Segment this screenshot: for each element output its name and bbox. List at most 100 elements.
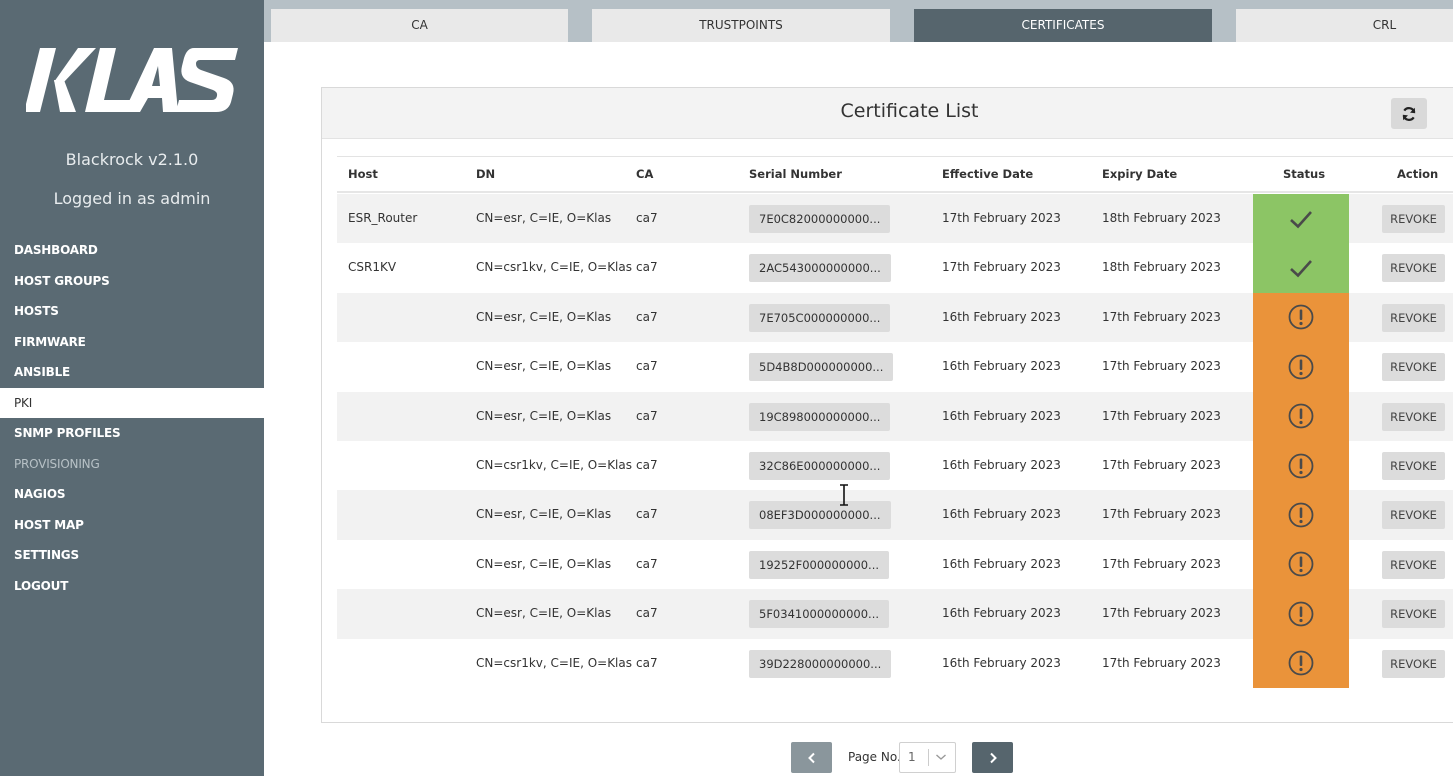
cell-effective-date: 16th February 2023	[942, 606, 1061, 621]
cell-ca: ca7	[636, 260, 658, 275]
cell-expiry-date: 17th February 2023	[1102, 458, 1221, 472]
sidebar-item-hosts[interactable]: HOSTS	[0, 296, 264, 327]
status-indicator	[1253, 441, 1349, 491]
sidebar-item-settings[interactable]: SETTINGS	[0, 540, 264, 571]
klas-logo	[26, 48, 238, 112]
col-action[interactable]: Action	[1397, 157, 1438, 192]
col-serial-number[interactable]: Serial Number	[749, 157, 842, 192]
sidebar-item-nagios[interactable]: NAGIOS	[0, 479, 264, 510]
sidebar-item-snmp-profiles[interactable]: SNMP PROFILES	[0, 418, 264, 449]
revoke-button[interactable]: REVOKE	[1382, 550, 1445, 579]
warning-icon	[1288, 354, 1314, 380]
card-title: Certificate List	[840, 100, 979, 122]
page-select-divider	[928, 749, 929, 766]
checkmark-icon	[1290, 210, 1312, 229]
revoke-button[interactable]: REVOKE	[1382, 402, 1445, 431]
page-select-value: 1	[908, 750, 916, 764]
serial-number-button[interactable]: 7E0C82000000000...	[749, 205, 891, 233]
cell-host: CSR1KV	[348, 260, 397, 275]
revoke-button[interactable]: REVOKE	[1382, 303, 1445, 332]
checkmark-icon	[1290, 260, 1312, 278]
sidebar-item-pki[interactable]: PKI	[0, 387, 264, 418]
warning-icon	[1288, 403, 1314, 429]
serial-number-button[interactable]: 5F0341000000000...	[749, 600, 890, 629]
serial-number-button[interactable]: 19252F000000000...	[749, 550, 890, 579]
col-ca[interactable]: CA	[636, 157, 653, 192]
cell-effective-date: 17th February 2023	[942, 211, 1061, 225]
next-page-button[interactable]	[972, 742, 1013, 773]
table-row: CSR1KV CN=csr1kv, C=IE, O=Klas ca7 2AC54300…	[337, 243, 1453, 293]
cell-ca: ca7	[636, 655, 658, 670]
serial-number-button[interactable]: 2AC543000000000...	[749, 254, 891, 283]
serial-number-button[interactable]: 7E705C000000000...	[749, 303, 891, 332]
revoke-button[interactable]: REVOKE	[1382, 600, 1445, 629]
status-indicator	[1253, 490, 1349, 540]
text-cursor-icon	[840, 484, 848, 506]
tab-bar: CA TRUSTPOINTS CERTIFICATES CRL	[264, 0, 1453, 42]
table-row: CN=esr, C=IE, O=Klas ca7 19C898000000000..…	[337, 391, 1453, 441]
cell-dn: CN=esr, C=IE, O=Klas	[476, 211, 612, 225]
sidebar-item-logout[interactable]: LOGOUT	[0, 571, 264, 602]
tab-crl[interactable]: CRL	[1236, 9, 1453, 42]
cell-dn: CN=esr, C=IE, O=Klas	[476, 359, 612, 374]
revoke-button[interactable]: REVOKE	[1382, 501, 1445, 530]
col-status[interactable]: Status	[1283, 157, 1325, 192]
col-host[interactable]: Host	[348, 157, 378, 192]
cell-expiry-date: 18th February 2023	[1102, 260, 1221, 275]
status-indicator	[1253, 638, 1349, 688]
warning-icon	[1288, 305, 1314, 330]
tab-certificates[interactable]: CERTIFICATES	[914, 9, 1212, 42]
cell-dn: CN=esr, C=IE, O=Klas	[476, 556, 612, 571]
table-row: CN=csr1kv, C=IE, O=Klas ca7 32C86E00000000…	[337, 441, 1453, 491]
revoke-button[interactable]: REVOKE	[1382, 254, 1445, 283]
sidebar-item-ansible[interactable]: ANSIBLE	[0, 357, 264, 388]
cell-expiry-date: 17th February 2023	[1102, 309, 1221, 324]
prev-page-button[interactable]	[791, 742, 832, 773]
sidebar: Blackrock v2.1.0 Logged in as admin DASH…	[0, 0, 264, 776]
sidebar-item-firmware[interactable]: FIRMWARE	[0, 327, 264, 358]
cell-effective-date: 16th February 2023	[942, 359, 1061, 374]
revoke-button[interactable]: REVOKE	[1382, 452, 1445, 480]
table-row: CN=esr, C=IE, O=Klas ca7 19252F000000000..…	[337, 539, 1453, 590]
cell-dn: CN=esr, C=IE, O=Klas	[476, 507, 612, 522]
cell-effective-date: 16th February 2023	[942, 408, 1061, 423]
cell-expiry-date: 18th February 2023	[1102, 211, 1221, 225]
chevron-down-icon	[936, 754, 946, 760]
table-row: CN=csr1kv, C=IE, O=Klas ca7 39D22800000000…	[337, 638, 1453, 688]
cell-dn: CN=esr, C=IE, O=Klas	[476, 309, 612, 324]
tab-trustpoints[interactable]: TRUSTPOINTS	[592, 9, 890, 42]
revoke-button[interactable]: REVOKE	[1382, 649, 1445, 678]
serial-number-button[interactable]: 39D228000000000...	[749, 649, 892, 678]
refresh-icon	[1402, 106, 1416, 121]
col-expiry-date[interactable]: Expiry Date	[1102, 157, 1177, 192]
serial-number-button[interactable]: 32C86E000000000...	[749, 452, 891, 480]
sidebar-item-dashboard[interactable]: DASHBOARD	[0, 235, 264, 266]
sidebar-item-provisioning[interactable]: PROVISIONING	[0, 449, 264, 480]
cell-ca: ca7	[636, 556, 658, 571]
page-number-label: Page No.	[848, 750, 901, 764]
cell-effective-date: 16th February 2023	[942, 458, 1061, 472]
warning-icon	[1288, 453, 1314, 479]
cell-ca: ca7	[636, 507, 658, 522]
page-select[interactable]: 1	[899, 742, 956, 773]
tab-ca[interactable]: CA	[271, 9, 568, 42]
table-row: ESR_Router CN=esr, C=IE, O=Klas ca7 7E0C820…	[337, 194, 1453, 244]
revoke-button[interactable]: REVOKE	[1382, 205, 1445, 233]
cell-expiry-date: 17th February 2023	[1102, 556, 1221, 571]
chevron-left-icon	[807, 752, 815, 763]
col-effective-date[interactable]: Effective Date	[942, 157, 1033, 192]
col-dn[interactable]: DN	[476, 157, 495, 192]
cell-ca: ca7	[636, 309, 658, 324]
refresh-button[interactable]	[1391, 98, 1427, 129]
revoke-button[interactable]: REVOKE	[1382, 353, 1445, 382]
sidebar-item-host-groups[interactable]: HOST GROUPS	[0, 266, 264, 297]
serial-number-button[interactable]: 5D4B8D000000000...	[749, 353, 894, 382]
cell-ca: ca7	[636, 211, 658, 225]
serial-number-button[interactable]: 08EF3D000000000...	[749, 501, 891, 530]
sidebar-item-host-map[interactable]: HOST MAP	[0, 510, 264, 541]
cell-effective-date: 16th February 2023	[942, 507, 1061, 522]
serial-number-button[interactable]: 19C898000000000...	[749, 402, 891, 431]
cell-expiry-date: 17th February 2023	[1102, 408, 1221, 423]
sidebar-nav: DASHBOARD HOST GROUPS HOSTS FIRMWARE ANS…	[0, 235, 264, 601]
cell-dn: CN=esr, C=IE, O=Klas	[476, 606, 612, 621]
